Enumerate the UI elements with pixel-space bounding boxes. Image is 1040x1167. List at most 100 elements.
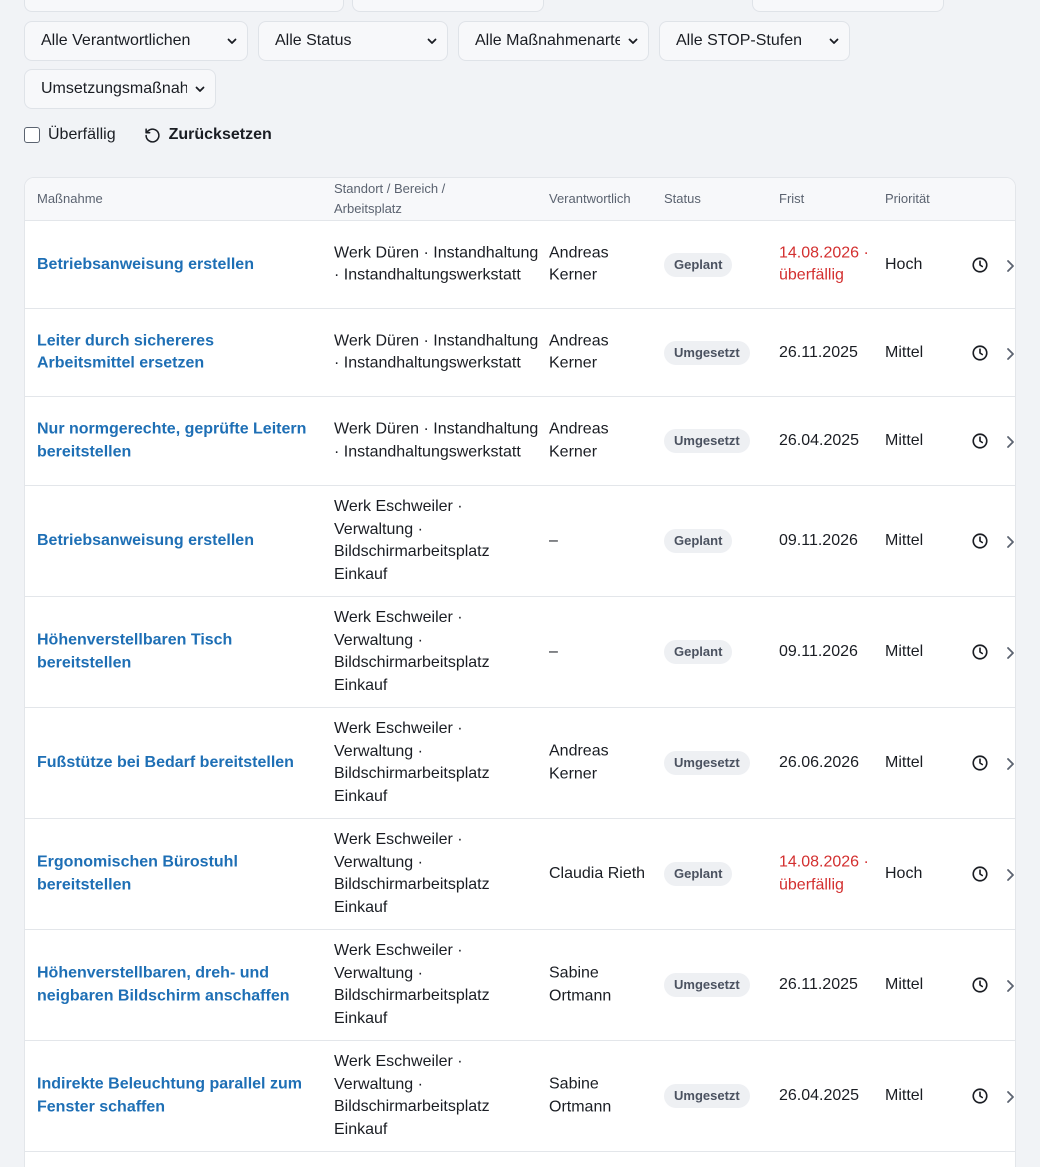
stop-level-filter-select[interactable]: Alle STOP-Stufen	[659, 21, 850, 61]
status-badge-cell: Geplant	[664, 529, 733, 553]
owner-filter-value: Alle Verantwortlichen	[41, 32, 191, 49]
owner-text: –	[549, 531, 558, 549]
owner-text: Sabine Ortmann	[549, 964, 612, 1005]
table-row[interactable]: Höhenverstellbaren Tisch bereitstellen We…	[25, 597, 1015, 708]
table-row[interactable]: Fußstütze bei Bedarf bereitstellen Werk E…	[25, 708, 1015, 819]
location-text: Werk Eschweiler · Verwaltung · Bildschir…	[334, 498, 490, 583]
priority-text: Mittel	[885, 642, 924, 660]
deadline-text: 09.11.2026	[779, 531, 858, 549]
status-badge: Umgesetzt	[664, 973, 750, 997]
priority-text: Mittel	[885, 343, 924, 361]
owner-text: Sabine Ortmann	[549, 1075, 612, 1116]
table-row[interactable]: Höhenverstellbaren, dreh- und neigbaren …	[25, 930, 1015, 1041]
measure-title-link[interactable]: Höhenverstellbaren, dreh- und neigbaren …	[37, 963, 312, 1008]
priority-text: Mittel	[885, 1086, 924, 1104]
column-header-deadline[interactable]: Frist	[779, 189, 804, 209]
status-badge-cell: Umgesetzt	[664, 973, 750, 997]
measure-title-link[interactable]: Nur normgerechte, geprüfte Leitern berei…	[37, 419, 312, 464]
clock-icon[interactable]	[971, 865, 989, 883]
chevron-down-icon	[227, 38, 237, 44]
filter-select-partial[interactable]	[752, 0, 944, 12]
measure-title-link[interactable]: Indirekte Beleuchtung parallel zum Fenst…	[37, 1074, 312, 1119]
table-row[interactable]: Leiter durch sichereres Arbeitsmittel er…	[25, 309, 1015, 397]
clock-icon[interactable]	[971, 432, 989, 450]
deadline-text: 26.11.2025	[779, 975, 858, 993]
status-badge: Geplant	[664, 252, 733, 277]
chevron-right-icon[interactable]	[1005, 867, 1015, 881]
implementation-filter-select[interactable]: Umsetzungsmaßnahmen	[24, 69, 216, 109]
reset-filters-button[interactable]: Zurücksetzen	[144, 126, 272, 144]
clock-icon[interactable]	[971, 976, 989, 994]
owner-text: Andreas Kerner	[549, 332, 609, 372]
table-row[interactable]: Betriebsanweisung erstellen Werk Düren · …	[25, 221, 1015, 309]
column-header-owner[interactable]: Verantwortlich	[549, 189, 631, 209]
chevron-right-icon[interactable]	[1005, 978, 1015, 992]
owner-text: Andreas Kerner	[549, 742, 609, 783]
chevron-right-icon[interactable]	[1005, 258, 1015, 272]
clock-icon[interactable]	[971, 256, 989, 274]
chevron-down-icon	[195, 86, 205, 92]
measure-title-link[interactable]: Höhenverstellbaren Tisch bereitstellen	[37, 630, 312, 675]
status-filter-select[interactable]: Alle Status	[258, 21, 448, 61]
deadline-text: 09.11.2026	[779, 642, 858, 660]
status-badge-cell: Umgesetzt	[664, 751, 750, 775]
clock-icon[interactable]	[971, 754, 989, 772]
chevron-right-icon[interactable]	[1005, 434, 1015, 448]
table-row-partial[interactable]	[25, 1152, 1015, 1167]
clock-icon[interactable]	[971, 344, 989, 362]
measures-table: Maßnahme Standort / Bereich / Arbeitspla…	[24, 177, 1016, 1167]
deadline-text: 14.08.2026 · überfällig	[779, 244, 869, 284]
chevron-right-icon[interactable]	[1005, 1089, 1015, 1103]
measures-page: Alle Verantwortlichen Alle Status Alle M…	[0, 0, 1040, 1167]
location-text: Werk Düren · Instandhaltung · Instandhal…	[334, 332, 539, 372]
chevron-right-icon[interactable]	[1005, 534, 1015, 548]
priority-text: Mittel	[885, 753, 924, 771]
location-text: Werk Eschweiler · Verwaltung · Bildschir…	[334, 720, 490, 805]
column-header-status[interactable]: Status	[664, 189, 701, 209]
status-badge-cell: Geplant	[664, 252, 733, 277]
measure-title-link[interactable]: Betriebsanweisung erstellen	[37, 253, 312, 276]
status-badge: Umgesetzt	[664, 751, 750, 775]
location-text: Werk Eschweiler · Verwaltung · Bildschir…	[334, 942, 490, 1027]
chevron-right-icon[interactable]	[1005, 346, 1015, 360]
rotate-ccw-icon	[144, 127, 160, 143]
overdue-checkbox-label[interactable]: Überfällig	[48, 126, 116, 144]
priority-text: Mittel	[885, 531, 924, 549]
measure-title-link[interactable]: Fußstütze bei Bedarf bereitstellen	[37, 752, 312, 775]
table-row[interactable]: Nur normgerechte, geprüfte Leitern berei…	[25, 397, 1015, 486]
owner-text: Andreas Kerner	[549, 420, 609, 461]
priority-text: Hoch	[885, 255, 923, 273]
column-header-measure[interactable]: Maßnahme	[37, 189, 103, 209]
owner-filter-select[interactable]: Alle Verantwortlichen	[24, 21, 248, 61]
overdue-checkbox[interactable]	[24, 127, 40, 143]
measure-title-link[interactable]: Ergonomischen Bürostuhl bereitstellen	[37, 852, 312, 897]
filter-select-partial[interactable]	[352, 0, 544, 12]
table-row[interactable]: Betriebsanweisung erstellen Werk Eschweil…	[25, 486, 1015, 597]
filter-row-partial	[24, 0, 944, 12]
column-header-location[interactable]: Standort / Bereich / Arbeitsplatz	[334, 179, 474, 219]
clock-icon[interactable]	[971, 1087, 989, 1105]
status-badge: Umgesetzt	[664, 340, 750, 365]
status-badge: Geplant	[664, 862, 733, 886]
location-text: Werk Düren · Instandhaltung · Instandhal…	[334, 420, 539, 461]
chevron-down-icon	[427, 38, 437, 44]
owner-text: Andreas Kerner	[549, 244, 609, 284]
measure-title-link[interactable]: Betriebsanweisung erstellen	[37, 530, 312, 553]
column-header-priority[interactable]: Priorität	[885, 189, 930, 209]
measure-title-link[interactable]: Leiter durch sichereres Arbeitsmittel er…	[37, 330, 312, 375]
clock-icon[interactable]	[971, 643, 989, 661]
status-badge: Umgesetzt	[664, 1084, 750, 1108]
chevron-right-icon[interactable]	[1005, 756, 1015, 770]
status-badge-cell: Umgesetzt	[664, 1084, 750, 1108]
clock-icon[interactable]	[971, 532, 989, 550]
table-row[interactable]: Indirekte Beleuchtung parallel zum Fenst…	[25, 1041, 1015, 1152]
implementation-filter-value: Umsetzungsmaßnahmen	[41, 80, 187, 97]
location-text: Werk Eschweiler · Verwaltung · Bildschir…	[334, 609, 490, 694]
filter-select-partial[interactable]	[24, 0, 344, 12]
status-badge-cell: Umgesetzt	[664, 340, 750, 365]
measure-type-filter-value: Alle Maßnahmenarten	[475, 32, 620, 49]
measure-type-filter-select[interactable]: Alle Maßnahmenarten	[458, 21, 649, 61]
table-row[interactable]: Ergonomischen Bürostuhl bereitstellen Wer…	[25, 819, 1015, 930]
chevron-right-icon[interactable]	[1005, 645, 1015, 659]
priority-text: Hoch	[885, 864, 923, 882]
